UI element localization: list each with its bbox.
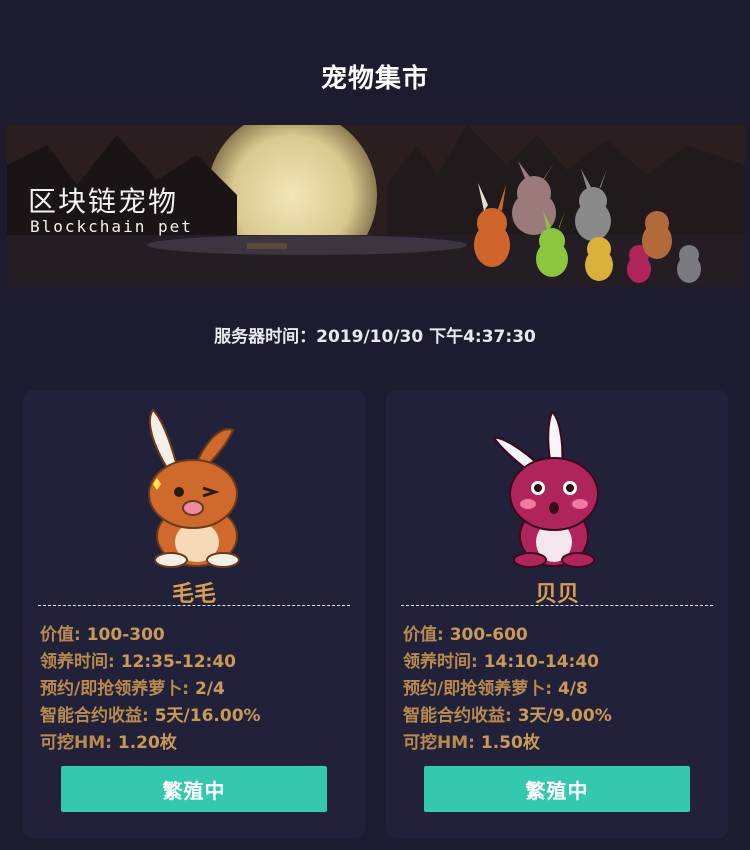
pet-value: 价值: 100-300 bbox=[40, 620, 165, 645]
banner-title: 区块链宠物 bbox=[28, 185, 179, 218]
page-title: 宠物集市 bbox=[320, 64, 429, 94]
income-text: 3天/9.00% bbox=[517, 706, 612, 726]
reserve-info: 预约/即抢领养萝卜: 4/8 bbox=[403, 674, 588, 699]
breeding-button[interactable]: 繁殖中 bbox=[424, 766, 690, 812]
value-label: 价值: bbox=[40, 625, 87, 645]
mine-label: 可挖HM: bbox=[403, 733, 481, 753]
reserve-text: 4/8 bbox=[557, 679, 588, 699]
adopt-label: 领养时间: bbox=[403, 652, 484, 672]
breeding-button[interactable]: 繁殖中 bbox=[61, 766, 327, 812]
pet-card: 贝贝 价值: 300-600 领养时间: 14:10-14:40 预约/即抢领养… bbox=[386, 390, 728, 838]
adopt-time-text: 14:10-14:40 bbox=[483, 652, 599, 672]
reserve-label: 预约/即抢领养萝卜: bbox=[403, 679, 558, 699]
mine-label: 可挖HM: bbox=[40, 733, 118, 753]
server-time: 服务器时间：2019/10/30 下午4:37:30 bbox=[214, 327, 536, 347]
contract-income: 智能合约收益: 3天/9.00% bbox=[403, 701, 612, 726]
value-text: 300-600 bbox=[449, 625, 528, 645]
divider bbox=[38, 605, 350, 606]
mine-text: 1.20枚 bbox=[117, 733, 177, 753]
banner-subtitle: Blockchain pet bbox=[30, 217, 193, 236]
pet-value: 价值: 300-600 bbox=[403, 620, 528, 645]
contract-income: 智能合约收益: 5天/16.00% bbox=[40, 701, 261, 726]
rabbit-icon bbox=[492, 410, 599, 568]
pet-name: 贝贝 bbox=[534, 582, 579, 607]
adopt-time-text: 12:35-12:40 bbox=[120, 652, 236, 672]
reserve-text: 2/4 bbox=[194, 679, 225, 699]
value-text: 100-300 bbox=[86, 625, 165, 645]
pet-name: 毛毛 bbox=[171, 582, 216, 607]
reserve-info: 预约/即抢领养萝卜: 2/4 bbox=[40, 674, 225, 699]
divider bbox=[401, 605, 713, 606]
income-text: 5天/16.00% bbox=[154, 706, 261, 726]
income-label: 智能合约收益: bbox=[403, 706, 518, 726]
mine-text: 1.50枚 bbox=[480, 733, 540, 753]
pet-card: 毛毛 价值: 100-300 领养时间: 12:35-12:40 预约/即抢领养… bbox=[23, 390, 365, 838]
mineable-hm: 可挖HM: 1.50枚 bbox=[403, 728, 540, 753]
adopt-time: 领养时间: 12:35-12:40 bbox=[40, 647, 236, 672]
income-label: 智能合约收益: bbox=[40, 706, 155, 726]
reserve-label: 预约/即抢领养萝卜: bbox=[40, 679, 195, 699]
mineable-hm: 可挖HM: 1.20枚 bbox=[40, 728, 177, 753]
adopt-time: 领养时间: 14:10-14:40 bbox=[403, 647, 599, 672]
rabbit-icon bbox=[148, 408, 240, 568]
pet-market-page: 宠物集市 区块链宠物 Blockchain pet 服务器时间：2019/10/… bbox=[0, 0, 750, 850]
adopt-label: 领养时间: bbox=[40, 652, 121, 672]
value-label: 价值: bbox=[403, 625, 450, 645]
